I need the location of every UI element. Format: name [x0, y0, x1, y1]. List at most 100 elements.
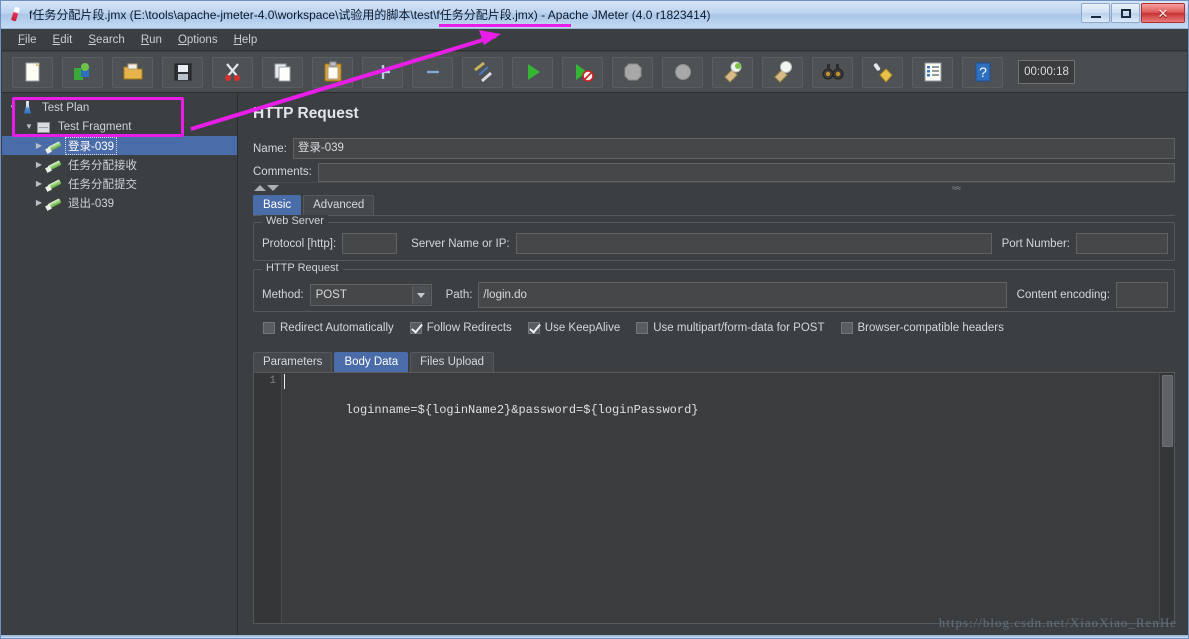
tree-node-task-receive[interactable]: ▶ 任务分配接收: [2, 155, 237, 174]
start-icon: [527, 64, 540, 80]
protocol-label: Protocol [http]:: [262, 237, 337, 250]
toolbar-reset-search-button[interactable]: [862, 56, 903, 88]
chevron-down-icon[interactable]: [411, 286, 430, 304]
method-value: POST: [315, 289, 347, 301]
tree-node-test-fragment[interactable]: ▼ Test Fragment: [2, 117, 237, 136]
comments-input[interactable]: [317, 162, 1175, 182]
close-button[interactable]: ✕: [1141, 3, 1185, 23]
checkbox-checked-icon[interactable]: [409, 322, 422, 334]
tab-parameters[interactable]: Parameters: [253, 352, 333, 372]
toolbar-paste-button[interactable]: [312, 56, 353, 88]
content-encoding-input[interactable]: [1116, 282, 1168, 308]
maximize-button[interactable]: [1111, 3, 1140, 23]
checkbox-checked-icon[interactable]: [527, 322, 540, 334]
tab-advanced[interactable]: Advanced: [303, 195, 375, 215]
page-title: HTTP Request: [253, 105, 359, 122]
comments-row: Comments:: [253, 162, 1175, 182]
body-data-content: loginname=${loginName2}&password=${login…: [345, 403, 699, 417]
menu-search[interactable]: Search: [80, 32, 132, 48]
name-label: Name:: [253, 142, 287, 155]
name-input[interactable]: 登录-039: [292, 138, 1175, 159]
tree-node-login-039[interactable]: ▶ 登录-039: [2, 136, 237, 155]
tree-node-logout-039[interactable]: ▶ 退出-039: [2, 193, 237, 212]
toolbar-save-button[interactable]: [162, 56, 203, 88]
function-helper-icon: [924, 62, 941, 82]
checkbox-use-keepalive[interactable]: Use KeepAlive: [527, 322, 621, 334]
test-fragment-icon: [36, 119, 52, 135]
toolbar-start-button[interactable]: [512, 56, 553, 88]
toolbar-collapse-all-button[interactable]: [412, 56, 453, 88]
path-input[interactable]: /login.do: [478, 282, 1007, 308]
menu-options[interactable]: Options: [170, 32, 226, 48]
arrow-up-icon[interactable]: [254, 184, 266, 191]
toolbar-copy-button[interactable]: [262, 56, 303, 88]
toolbar-search-button[interactable]: [812, 56, 853, 88]
port-input[interactable]: [1076, 233, 1168, 254]
toolbar-clear-button[interactable]: [712, 56, 753, 88]
toolbar-help-button[interactable]: ?: [962, 56, 1003, 88]
toolbar: ? 00:00:18: [2, 52, 1187, 93]
checkbox-box-icon[interactable]: [840, 322, 853, 334]
splitter-arrows[interactable]: [254, 184, 279, 191]
checkbox-redirect-automatically[interactable]: Redirect Automatically: [263, 322, 394, 334]
toolbar-clear-all-button[interactable]: [762, 56, 803, 88]
window-controls: ✕: [1081, 3, 1185, 23]
tree-node-task-submit[interactable]: ▶ 任务分配提交: [2, 174, 237, 193]
editor-vertical-scrollbar[interactable]: [1159, 373, 1174, 623]
toolbar-toggle-button[interactable]: [462, 56, 503, 88]
tree-node-test-plan[interactable]: ▼ Test Plan: [2, 98, 237, 117]
paste-icon: [324, 61, 341, 82]
app-flask-icon: [7, 6, 25, 24]
toolbar-shutdown-button[interactable]: [662, 56, 703, 88]
tab-basic[interactable]: Basic: [253, 195, 302, 215]
test-plan-tree[interactable]: ▼ Test Plan ▼ Test Fragment ▶ 登录-039 ▶ 任…: [2, 94, 238, 637]
http-request-icon: [45, 176, 62, 192]
expand-twisty-icon[interactable]: ▼: [22, 122, 36, 131]
toolbar-stop-button[interactable]: [612, 56, 653, 88]
path-label: Path:: [445, 289, 473, 301]
checkbox-box-icon[interactable]: [636, 322, 649, 334]
checkbox-follow-redirects[interactable]: Follow Redirects: [409, 322, 512, 334]
toolbar-templates-button[interactable]: [62, 56, 103, 88]
panel-splitter[interactable]: ≈≈: [253, 182, 1175, 193]
tab-body-data[interactable]: Body Data: [334, 352, 409, 372]
checkbox-use-multipart[interactable]: Use multipart/form-data for POST: [636, 322, 825, 334]
checkbox-box-icon[interactable]: [263, 322, 275, 334]
menu-file[interactable]: File: [10, 32, 45, 48]
config-tabs: Basic Advanced: [253, 195, 376, 215]
method-label: Method:: [262, 289, 304, 301]
watermark-text: https://blog.csdn.net/XiaoXiao_RenHe: [938, 615, 1177, 630]
body-data-editor[interactable]: 1 loginname=${loginName2}&password=${log…: [253, 372, 1175, 624]
checkbox-label: Use multipart/form-data for POST: [653, 322, 825, 334]
toolbar-open-button[interactable]: [112, 56, 153, 88]
tab-files-upload[interactable]: Files Upload: [410, 352, 495, 372]
tree-label: 登录-039: [64, 136, 118, 155]
tree-label: Test Fragment: [58, 120, 132, 133]
protocol-input[interactable]: [342, 233, 398, 254]
body-data-text[interactable]: loginname=${loginName2}&password=${login…: [282, 373, 1159, 623]
toolbar-new-button[interactable]: [12, 56, 53, 88]
shutdown-icon: [674, 64, 691, 80]
toolbar-cut-button[interactable]: [212, 56, 253, 88]
port-label: Port Number:: [1001, 237, 1070, 250]
checkbox-browser-compatible-headers[interactable]: Browser-compatible headers: [840, 322, 1004, 334]
open-icon: [123, 63, 142, 80]
menu-help[interactable]: Help: [226, 32, 266, 48]
toolbar-start-no-pauses-button[interactable]: [562, 56, 603, 88]
web-server-group: Web Server Protocol [http]: Server Name …: [253, 215, 1175, 261]
toolbar-expand-all-button[interactable]: [362, 56, 403, 88]
arrow-down-icon[interactable]: [267, 184, 279, 191]
close-icon: ✕: [1157, 5, 1169, 21]
checkbox-label: Use KeepAlive: [544, 322, 621, 334]
window-bottom-edge: [1, 635, 1188, 638]
minimize-button[interactable]: [1081, 3, 1110, 23]
method-select[interactable]: POST: [309, 284, 432, 306]
menu-edit[interactable]: Edit: [45, 32, 81, 48]
toolbar-function-helper-button[interactable]: [912, 56, 953, 88]
scrollbar-thumb[interactable]: [1162, 375, 1173, 447]
server-input[interactable]: [515, 233, 992, 254]
save-icon: [174, 63, 191, 81]
expand-twisty-icon[interactable]: ▼: [6, 103, 20, 112]
tab-underline: [253, 215, 1175, 216]
menu-run[interactable]: Run: [133, 32, 170, 48]
